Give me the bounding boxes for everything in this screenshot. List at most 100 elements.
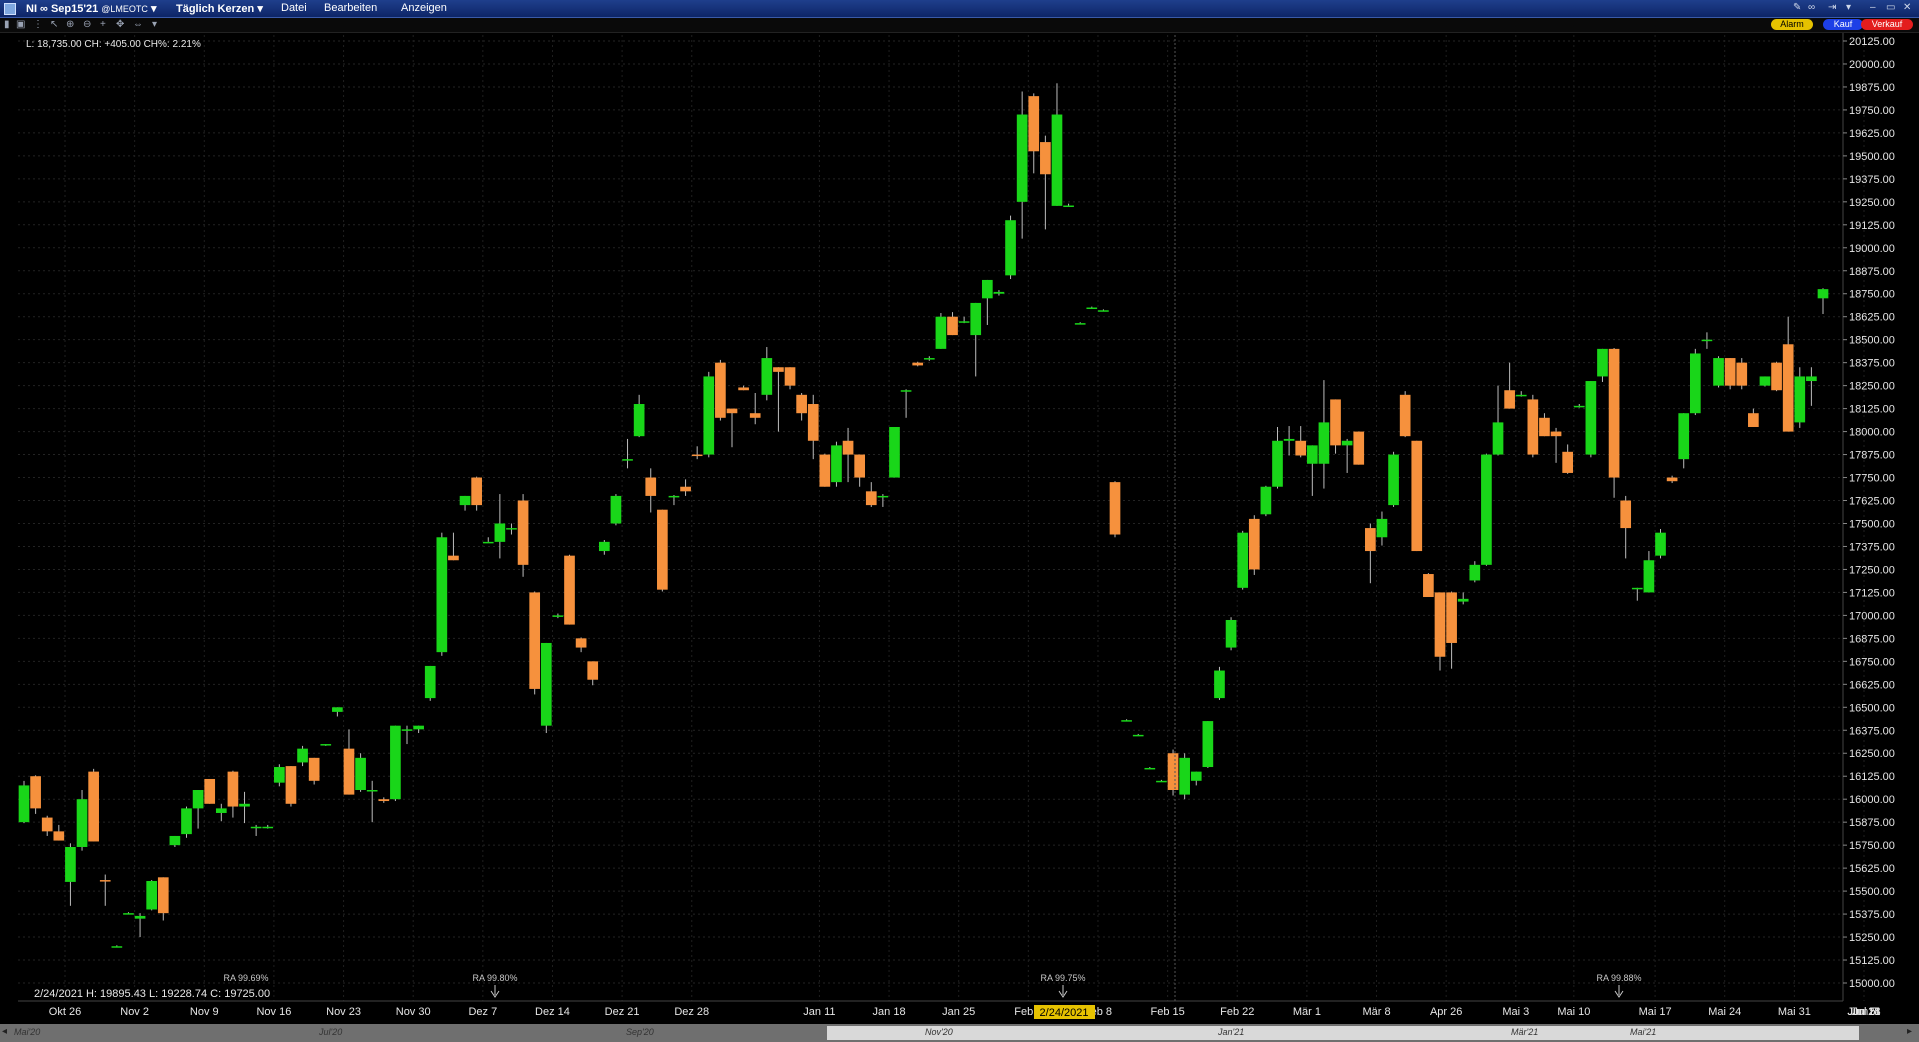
x-tick-label: Feb 15 bbox=[1150, 1006, 1184, 1018]
crosshair-date: 2/24/2021 bbox=[1040, 1007, 1089, 1019]
candle bbox=[1202, 721, 1214, 768]
candle bbox=[53, 824, 65, 841]
candle-body bbox=[517, 500, 529, 565]
candle bbox=[1365, 523, 1376, 584]
zoom-in-icon[interactable]: ⊕ bbox=[66, 19, 74, 30]
candle-body bbox=[471, 477, 482, 506]
minimize-icon[interactable]: – bbox=[1870, 2, 1876, 13]
zoom-out-icon[interactable]: ⊖ bbox=[83, 19, 91, 30]
sell-button[interactable]: Verkauf bbox=[1861, 19, 1913, 30]
candle bbox=[355, 753, 366, 792]
link-icon[interactable]: ∞ bbox=[1808, 2, 1815, 13]
annotation-ra: RA 99.80% bbox=[472, 973, 517, 983]
candle-body bbox=[146, 880, 158, 910]
close-icon[interactable]: ✕ bbox=[1903, 2, 1911, 13]
y-tick-label: 17250.00 bbox=[1849, 564, 1895, 576]
wrench-icon[interactable]: ✎ bbox=[1793, 2, 1801, 13]
candle bbox=[529, 591, 541, 695]
candle-body bbox=[1724, 358, 1736, 386]
candle-body bbox=[1179, 757, 1190, 795]
candle-body bbox=[1098, 310, 1109, 312]
candle-body bbox=[262, 826, 274, 829]
price-axis[interactable]: 20125.00 20000.00 19875.00 19750.00 19625.00… bbox=[1842, 33, 1895, 1001]
time-scrollbar[interactable]: ◂ Mai'20 Jul'20 Sep'20 Nov'20 Jan'21 Mär… bbox=[0, 1024, 1919, 1042]
x-tick-label: Nov 2 bbox=[120, 1006, 149, 1018]
menu-datei[interactable]: Datei bbox=[281, 2, 307, 14]
save-icon[interactable]: ▣ bbox=[16, 19, 25, 30]
candle bbox=[1550, 427, 1562, 463]
candle bbox=[123, 912, 134, 915]
candle-body bbox=[552, 615, 564, 617]
crosshair-icon[interactable]: + bbox=[100, 19, 106, 30]
candle-body bbox=[285, 766, 297, 804]
candle-body bbox=[854, 454, 866, 478]
pin-icon[interactable]: ⇥ bbox=[1828, 2, 1836, 13]
scrollbar-label: Sep'20 bbox=[626, 1027, 654, 1037]
candle bbox=[1225, 617, 1237, 651]
menu-anzeigen[interactable]: Anzeigen bbox=[401, 2, 447, 14]
pan-icon[interactable]: ✥ bbox=[116, 19, 124, 30]
candle-body bbox=[1469, 564, 1481, 581]
candle bbox=[41, 815, 53, 836]
candle-body bbox=[494, 523, 506, 542]
candle bbox=[1794, 367, 1806, 428]
candle bbox=[1701, 332, 1713, 349]
info-top: L: 18,735.00 CH: +405.00 CH%: 2.21% bbox=[26, 39, 201, 50]
scrollbar-label: Jan'21 bbox=[1218, 1027, 1245, 1037]
candle-body bbox=[343, 748, 355, 795]
fit-icon[interactable]: ⇔ bbox=[133, 19, 143, 30]
candle-body bbox=[796, 394, 807, 414]
scroll-right-icon[interactable]: ▸ bbox=[1907, 1026, 1912, 1037]
candle bbox=[854, 454, 866, 487]
scroll-left-icon[interactable]: ◂ bbox=[2, 1026, 7, 1037]
y-tick-label: 16250.00 bbox=[1849, 748, 1895, 760]
cursor-icon[interactable]: ↖ bbox=[50, 19, 58, 30]
candle-body bbox=[1678, 413, 1690, 460]
y-tick-label: 17375.00 bbox=[1849, 541, 1895, 553]
candle-body bbox=[1144, 767, 1156, 770]
candle bbox=[831, 441, 842, 487]
chevron-down-icon[interactable]: ▾ bbox=[1846, 2, 1851, 13]
scroll-thumb[interactable] bbox=[827, 1026, 1859, 1040]
candle bbox=[1237, 530, 1249, 590]
candle-body bbox=[53, 831, 65, 841]
candle-body bbox=[1782, 344, 1794, 432]
candle bbox=[1016, 91, 1028, 239]
candle bbox=[134, 913, 146, 938]
y-tick-label: 19250.00 bbox=[1849, 197, 1895, 209]
y-tick-label: 19875.00 bbox=[1849, 82, 1895, 94]
candle-body bbox=[1411, 440, 1423, 552]
scrollbar-label: Mai'21 bbox=[1630, 1027, 1657, 1037]
y-tick-label: 15000.00 bbox=[1849, 978, 1895, 990]
candle-body bbox=[1330, 399, 1341, 446]
x-tick-label: Nov 9 bbox=[190, 1006, 219, 1018]
menu-bearbeiten[interactable]: Bearbeiten bbox=[324, 2, 377, 14]
candle-body bbox=[482, 541, 494, 544]
candle-body bbox=[691, 454, 703, 457]
bars-icon[interactable]: ⋮ bbox=[33, 19, 43, 30]
candle bbox=[1748, 408, 1759, 427]
period-selector[interactable]: Täglich Kerzen ▾ bbox=[176, 2, 263, 15]
candle-body bbox=[981, 279, 993, 299]
price-chart[interactable]: 20125.00 20000.00 19875.00 19750.00 19625.00… bbox=[0, 33, 1919, 1023]
candle-body bbox=[1283, 438, 1295, 441]
candle bbox=[1132, 733, 1144, 737]
symbol-selector[interactable]: NI ∞ Sep15'21 @LMEOTC ▾ bbox=[26, 2, 157, 15]
candle-body bbox=[308, 757, 320, 781]
candle-body bbox=[1504, 390, 1515, 409]
candle-body bbox=[784, 367, 796, 386]
candle bbox=[1051, 83, 1063, 206]
candle bbox=[215, 803, 227, 822]
buy-button[interactable]: Kauf bbox=[1823, 19, 1863, 30]
alarm-button[interactable]: Alarm bbox=[1771, 19, 1813, 30]
candle bbox=[807, 394, 819, 460]
candle-body bbox=[715, 362, 726, 418]
time-axis[interactable]: Okt 26 Nov 2 Nov 9 Nov 16 Nov 23 Nov 30 Dez 7 D… bbox=[18, 1000, 1881, 1018]
scrollbar-label: Nov'20 bbox=[925, 1027, 953, 1037]
candle-body bbox=[169, 835, 181, 846]
candle-body bbox=[1423, 574, 1434, 598]
scrollbar-label: Mai'20 bbox=[14, 1027, 41, 1037]
chevron-down-icon[interactable]: ▾ bbox=[152, 19, 157, 30]
maximize-icon[interactable]: ▭ bbox=[1886, 2, 1895, 13]
candle bbox=[900, 389, 912, 418]
